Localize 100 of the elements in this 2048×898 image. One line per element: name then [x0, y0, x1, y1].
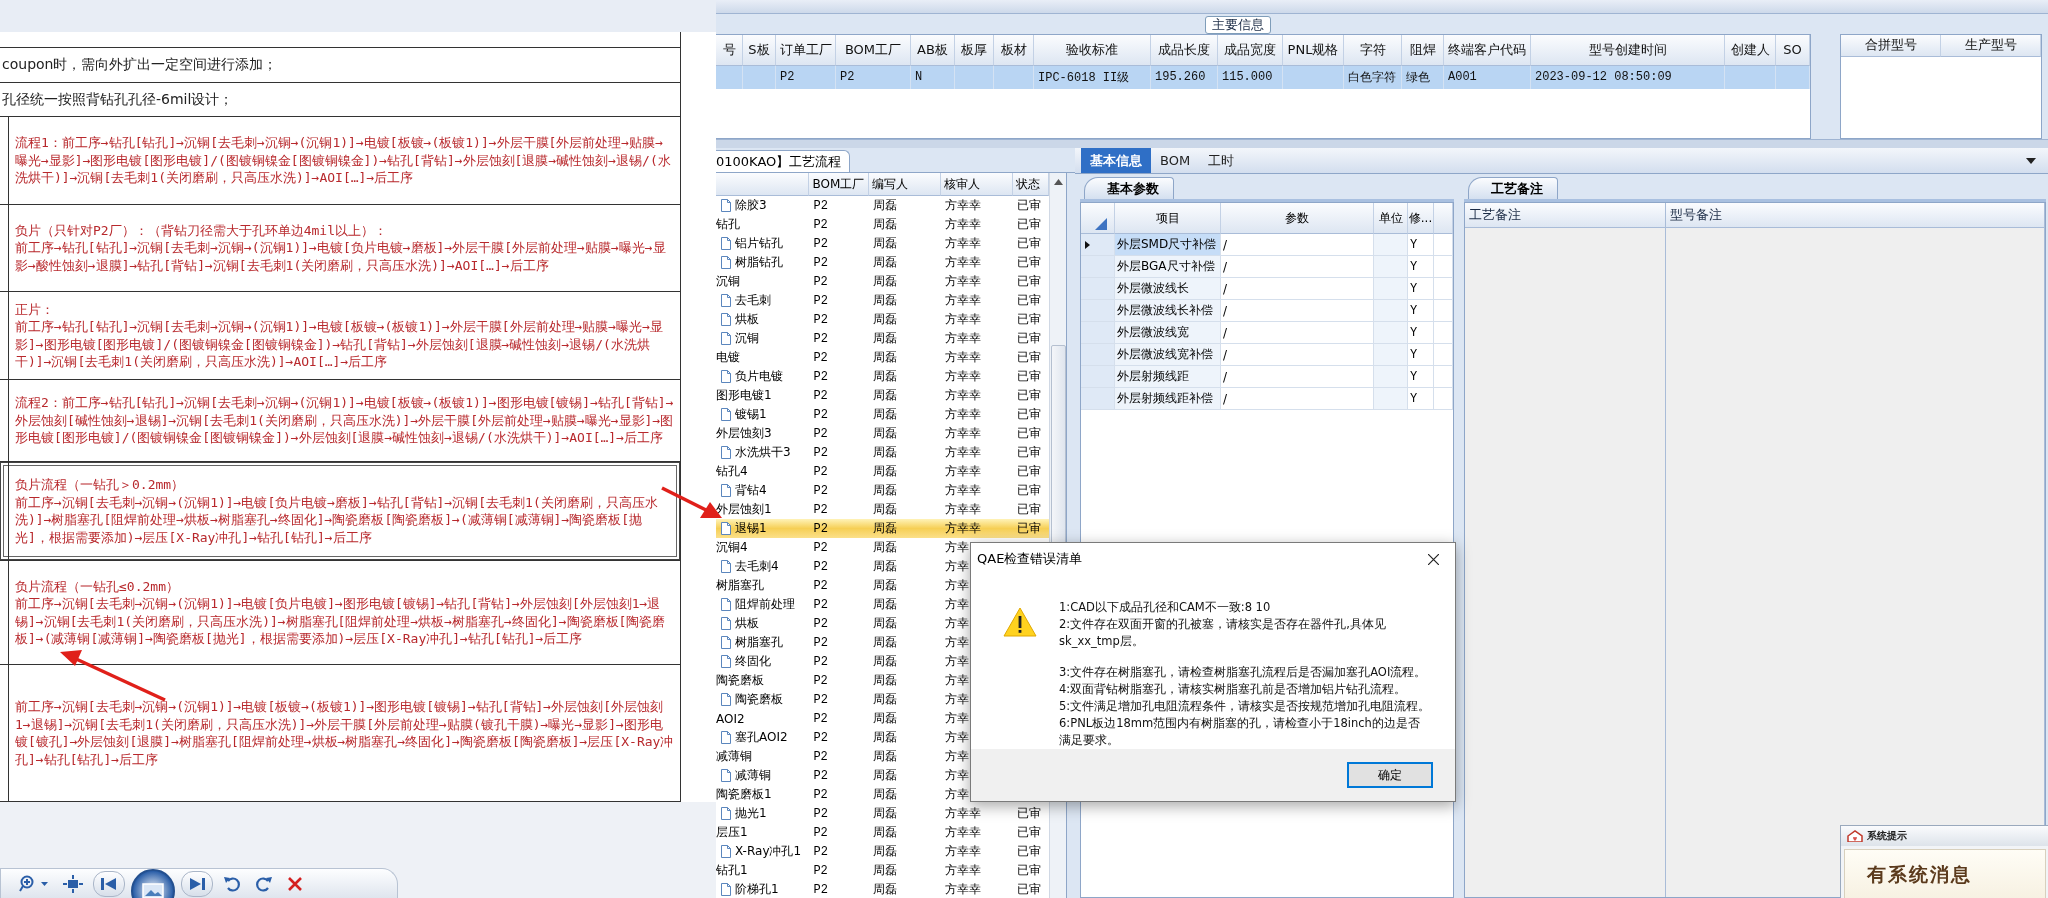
tree-row[interactable]: 退锡1 P2 周磊 方幸幸 已审	[716, 519, 1049, 538]
flow-row[interactable]: 负片流程（一钻孔＞0.2mm） 前工序→沉铜[去毛刺→沉铜→(沉铜1)]→电镀[负片电镀→磨板]→钻孔[背钻]→沉铜[去毛刺1(关闭磨刷，只高压水洗)]→树脂塞孔[阻焊前处理→烘板→树脂塞孔→终固化]→陶瓷磨板[陶瓷磨板]→(减薄铜[减薄铜]→陶瓷磨板[抛光]，根据需要添加)→层压[X-Ray冲孔]→钻孔[钻孔]→后工序	[0, 462, 680, 561]
column-header[interactable]: 单位	[1374, 203, 1408, 234]
column-header[interactable]: 编写人	[869, 173, 941, 196]
tree-row[interactable]: 抛光1 P2 周磊 方幸幸 已审	[716, 804, 1049, 823]
tree-row[interactable]: 钻孔4 P2 周磊 方幸幸 已审	[716, 462, 1049, 481]
table-cell: P2	[813, 825, 828, 840]
tree-row[interactable]: 阻焊前处理 P2 周磊 方幸	[716, 595, 1049, 614]
step-name: 负片电镀	[735, 368, 783, 385]
tree-row[interactable]: 烘板 P2 周磊 方幸	[716, 614, 1049, 633]
column-header[interactable]: SO	[1776, 34, 1810, 66]
table-cell: 周磊	[873, 881, 898, 898]
flow-row[interactable]: 正片： 前工序→钻孔[钻孔]→沉铜[去毛刺→沉铜→(沉铜1)]→电镀[板镀→(板镀1)]→外层干膜[外层前处理→贴膜→曝光→显影]→图形电镀[图形电镀]/(图镀铜镍金[图镀铜镍金])→钻孔[背钻]→外层蚀刻[退膜→碱性蚀刻→退锡/(水洗烘干)]→沉铜[去毛刺1(关闭磨刷，只高压水洗)]→AOI[…]→后工序	[0, 292, 680, 380]
tree-row[interactable]: 外层蚀刻1 P2 周磊 方幸幸 已审	[716, 500, 1049, 519]
tree-row[interactable]: 减薄铜 P2 周磊 方幸	[716, 766, 1049, 785]
table-cell: 外层BGA尺寸补偿	[1115, 256, 1221, 278]
tree-row[interactable]: 图形电镀1 P2 周磊 方幸幸 已审	[716, 386, 1049, 405]
column-header[interactable]: 状态	[1013, 173, 1049, 196]
column-header[interactable]: AB板	[911, 34, 955, 66]
tree-row[interactable]: 沉铜 P2 周磊 方幸幸 已审	[716, 329, 1049, 348]
column-header[interactable]: 阻焊	[1402, 34, 1444, 66]
column-header[interactable]: 生产型号	[1941, 34, 2041, 57]
tab[interactable]: 基本信息	[1081, 148, 1151, 173]
column-header[interactable]: 参数	[1221, 203, 1374, 234]
tree-row[interactable]: 层压1 P2 周磊 方幸幸 已审	[716, 823, 1049, 842]
tree-row[interactable]: 铝片钻孔 P2 周磊 方幸幸 已审	[716, 234, 1049, 253]
flow-row[interactable]: 负片（只针对P2厂）：（背钻刀径需大于孔环单边4mil以上）： 前工序→钻孔[钻孔]→沉铜[去毛刺→沉铜→(沉铜1)]→电镀[负片电镀→磨板]→外层干膜[外层前处理→贴膜→曝光→显影→酸性蚀刻→退膜]→钻孔[背钻]→沉铜[去毛刺1(关闭磨刷，只高压水洗)]→AOI[…]→后工序	[0, 205, 680, 292]
tree-row[interactable]: 陶瓷磨板 P2 周磊 方幸	[716, 690, 1049, 709]
column-header[interactable]: BOM工厂	[809, 173, 870, 196]
column-header[interactable]: 成品长度	[1151, 34, 1218, 66]
tree-row[interactable]: 烘板 P2 周磊 方幸幸 已审	[716, 310, 1049, 329]
panel-tab[interactable]: 基本参数	[1084, 177, 1174, 199]
column-header[interactable]: 工艺备注	[1465, 203, 1665, 228]
tree-row[interactable]: 水洗烘干3 P2 周磊 方幸幸 已审	[716, 443, 1049, 462]
column-header[interactable]: S板	[743, 34, 776, 66]
column-header[interactable]: 创建人	[1725, 34, 1776, 66]
table-cell: 方幸	[944, 729, 969, 746]
table-cell: 周磊	[873, 501, 898, 518]
tab[interactable]: 工时	[1199, 148, 1244, 173]
next-button[interactable]	[181, 870, 213, 897]
column-header[interactable]: 号	[716, 34, 743, 66]
tree-row[interactable]: 去毛刺 P2 周磊 方幸幸 已审	[716, 291, 1049, 310]
table-cell: P2	[813, 502, 828, 517]
column-header[interactable]: 成品宽度	[1218, 34, 1283, 66]
tree-row[interactable]: 阶梯孔1 P2 周磊 方幸幸 已审	[716, 880, 1049, 898]
tab[interactable]: BOM	[1151, 148, 1200, 173]
column-header[interactable]: BOM工厂	[836, 34, 911, 66]
column-header[interactable]: 修...	[1408, 203, 1434, 234]
step-name: 层压1	[716, 824, 748, 841]
table-cell: 方幸	[944, 596, 969, 613]
tree-row[interactable]: 负片电镀 P2 周磊 方幸幸 已审	[716, 367, 1049, 386]
table-cell: 已审	[1017, 273, 1042, 290]
table-cell: P2	[813, 483, 828, 498]
tree-row[interactable]: 终固化 P2 周磊 方幸	[716, 652, 1049, 671]
dropdown-icon[interactable]	[2026, 157, 2036, 164]
table-cell: P2	[813, 369, 828, 384]
table-cell: P2	[813, 255, 828, 270]
tree-row[interactable]: 除胶3 P2 周磊 方幸幸 已审	[716, 196, 1049, 215]
table-cell: 方幸	[944, 615, 969, 632]
table-cell: 外层微波线宽	[1115, 322, 1221, 344]
tree-row[interactable]: 外层蚀刻3 P2 周磊 方幸幸 已审	[716, 424, 1049, 443]
tree-row[interactable]: 镀锡1 P2 周磊 方幸幸 已审	[716, 405, 1049, 424]
step-name: 减薄铜	[716, 748, 752, 765]
column-header[interactable]: 合拼型号	[1841, 34, 1941, 57]
table-cell: 已审	[1017, 311, 1042, 328]
table-cell: 方幸幸	[944, 330, 981, 347]
tree-row[interactable]: 树脂塞孔 P2 周磊 方幸	[716, 633, 1049, 652]
column-header[interactable]: 终端客户代码	[1444, 34, 1531, 66]
tree-row[interactable]: 沉铜 P2 周磊 方幸幸 已审	[716, 272, 1049, 291]
tree-row[interactable]: 钻孔 P2 周磊 方幸幸 已审	[716, 215, 1049, 234]
column-header[interactable]: PNL规格	[1283, 34, 1344, 66]
tree-row[interactable]: 背钻4 P2 周磊 方幸幸 已审	[716, 481, 1049, 500]
flow-row[interactable]: 流程2：前工序→钻孔[钻孔]→沉铜[去毛刺→沉铜→(沉铜1)]→电镀[板镀→(板镀1)]→图形电镀[镀锡]→钻孔[背钻]→外层蚀刻[碱性蚀刻→退锡]→沉铜[去毛刺1(关闭磨刷，只高压水洗)]→外层干膜[外层前处理→贴膜→曝光→显影]→图形电镀[图形电镀]/(图镀铜镍金[图镀铜镍金])→外层蚀刻[退膜→碱性蚀刻→退锡/(水洗烘干)]→AOI[…]→后工序	[0, 380, 680, 462]
tree-row[interactable]: X-Ray冲孔1 P2 周磊 方幸幸 已审	[716, 842, 1049, 861]
panel-tab[interactable]: 0100KAO】工艺流程	[716, 150, 851, 172]
column-header[interactable]: 验收标准	[1034, 34, 1151, 66]
ok-button[interactable]: 确定	[1347, 762, 1433, 789]
column-header[interactable]: 字符	[1344, 34, 1402, 66]
flow-heading: 负片流程（一钻孔＞0.2mm）	[15, 476, 186, 494]
column-header[interactable]: 核审人	[940, 173, 1014, 196]
tree-row[interactable]: 钻孔1 P2 周磊 方幸幸 已审	[716, 861, 1049, 880]
column-header[interactable]: 板材	[994, 34, 1034, 66]
column-header[interactable]: 项目	[1115, 203, 1221, 234]
tree-row[interactable]: 塞孔AOI2 P2 周磊 方幸	[716, 728, 1049, 747]
column-header[interactable]	[1081, 203, 1115, 234]
column-header[interactable]: 型号备注	[1666, 203, 2044, 228]
previous-button[interactable]	[93, 870, 125, 897]
scroll-up-icon[interactable]	[1053, 179, 1063, 185]
column-header[interactable]: 板厚	[955, 34, 994, 66]
tree-row[interactable]: 树脂钻孔 P2 周磊 方幸幸 已审	[716, 253, 1049, 272]
tree-row[interactable]: 电镀 P2 周磊 方幸幸 已审	[716, 348, 1049, 367]
step-name: 塞孔AOI2	[735, 729, 788, 746]
table-cell: 周磊	[873, 197, 898, 214]
selected-row[interactable]: P2 P2 N IPC-6018 II级 195.260 115.000 白色字符 绿色 A001 2023-09-12 08:50:09	[716, 65, 1810, 89]
flow-row[interactable]: 流程1：前工序→钻孔[钻孔]→沉铜[去毛刺→沉铜→(沉铜1)]→电镀[板镀→(板镀1)]→外层干膜[外层前处理→贴膜→曝光→显影]→图形电镀[图形电镀]/(图镀铜镍金[图镀铜镍金])→钻孔[背钻]→外层蚀刻[退膜→碱性蚀刻→退锡/(水洗烘干)]→沉铜[去毛刺1(关闭磨刷，只高压水洗)]→AOI[…]→后工序	[0, 117, 680, 205]
panel-tab[interactable]: 工艺备注	[1468, 177, 1558, 199]
row-header[interactable]	[1081, 234, 1115, 256]
column-header[interactable]: 订单工厂	[776, 34, 836, 66]
column-header[interactable]: 型号创建时间	[1531, 34, 1725, 66]
table-cell: P2	[813, 578, 828, 593]
